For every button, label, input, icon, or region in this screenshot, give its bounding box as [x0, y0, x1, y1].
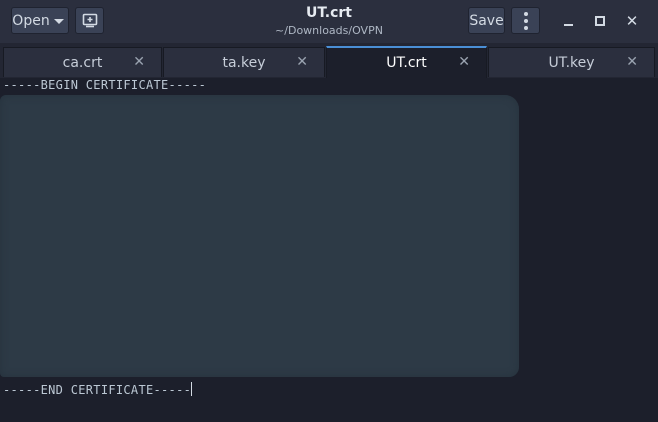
menu-dots-icon — [523, 11, 528, 16]
certificate-end-text: -----END CERTIFICATE----- — [3, 383, 192, 397]
maximize-button[interactable] — [591, 12, 609, 30]
close-icon: ✕ — [625, 12, 639, 30]
window-title-area: UT.crt ~/Downloads/OVPN — [218, 4, 440, 38]
open-button[interactable]: Open — [11, 7, 69, 34]
tab-close-icon[interactable]: ✕ — [626, 54, 638, 70]
minimize-icon — [563, 23, 573, 26]
tab-close-icon[interactable]: ✕ — [133, 54, 145, 70]
save-button[interactable]: Save — [468, 7, 505, 34]
tab-ut-key[interactable]: UT.key ✕ — [488, 47, 655, 77]
open-button-label: Open — [12, 12, 50, 29]
menu-dots-icon — [523, 18, 528, 23]
tab-ta-key[interactable]: ta.key ✕ — [163, 47, 325, 77]
tab-ut-crt[interactable]: UT.crt ✕ — [326, 46, 487, 78]
tab-ca-crt[interactable]: ca.crt ✕ — [3, 47, 162, 77]
minimize-button[interactable] — [559, 12, 577, 30]
new-document-icon — [82, 13, 97, 27]
menu-button[interactable] — [511, 7, 540, 34]
redacted-content-block — [0, 95, 519, 377]
window-title: UT.crt — [305, 5, 352, 21]
certificate-begin-line: -----BEGIN CERTIFICATE----- — [3, 78, 207, 92]
tab-close-icon[interactable]: ✕ — [296, 54, 308, 70]
chevron-down-icon — [53, 19, 64, 24]
tab-close-icon[interactable]: ✕ — [458, 54, 470, 70]
close-window-button[interactable]: ✕ — [623, 12, 641, 30]
window-subtitle: ~/Downloads/OVPN — [275, 24, 383, 37]
new-document-button[interactable] — [75, 7, 104, 34]
text-cursor — [191, 382, 193, 396]
tab-bar: ca.crt ✕ ta.key ✕ UT.crt ✕ UT.key ✕ — [0, 43, 658, 78]
certificate-end-line: -----END CERTIFICATE----- — [3, 382, 193, 397]
header-bar: Open UT.crt ~/Downloads/OVPN Save ✕ — [0, 0, 658, 43]
maximize-icon — [595, 16, 605, 26]
text-editor-area[interactable]: -----BEGIN CERTIFICATE----- -----END CER… — [0, 78, 658, 422]
menu-dots-icon — [523, 25, 528, 30]
